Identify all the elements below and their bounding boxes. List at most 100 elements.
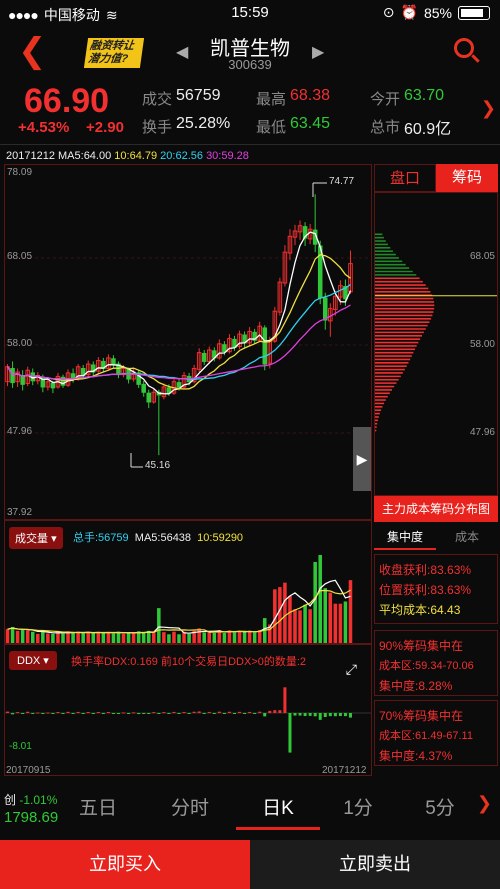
low-value: 63.45 bbox=[290, 115, 331, 132]
volume-bar bbox=[20, 630, 25, 643]
expand-arrow-icon[interactable]: ❯ bbox=[481, 98, 496, 119]
ddx-bar bbox=[26, 711, 30, 713]
volume-panel: 成交量 ▾ 总手:56759 MA5:56438 10:59290 bbox=[4, 520, 372, 644]
ddx-svg bbox=[5, 687, 371, 753]
profit-position: 位置获利:83.63% bbox=[379, 583, 472, 597]
volume-bar bbox=[126, 632, 131, 643]
y-axis-68: 68.05 bbox=[7, 251, 33, 262]
volume-bar bbox=[167, 634, 171, 643]
ddx-bar bbox=[238, 711, 242, 713]
last-price: 66.90 bbox=[24, 82, 110, 120]
volume-bar bbox=[288, 595, 292, 643]
sell-button[interactable]: 立即卖出 bbox=[250, 840, 500, 889]
expand-panel-button[interactable]: ▶ bbox=[353, 427, 371, 491]
ddx-bar bbox=[308, 713, 312, 716]
c90-conc: 集中度:8.28% bbox=[379, 679, 453, 693]
candle-body bbox=[70, 373, 76, 379]
more-periods-icon[interactable]: ❯ bbox=[477, 793, 492, 814]
candle-body bbox=[262, 327, 268, 365]
subtab-concentration[interactable]: 集中度 bbox=[374, 524, 436, 550]
max-price-label: 74.77 bbox=[329, 176, 355, 187]
chip-y-48: 47.96 bbox=[469, 427, 495, 438]
candle-body bbox=[176, 382, 182, 388]
ddx-bar bbox=[36, 712, 40, 714]
index-ticker[interactable]: 创 -1.01% bbox=[4, 791, 57, 808]
ddx-bar bbox=[197, 711, 201, 713]
volume-bar bbox=[162, 632, 166, 643]
volume-bar bbox=[5, 629, 10, 643]
ddx-bar bbox=[76, 711, 80, 713]
ddx-bar bbox=[207, 711, 211, 713]
ddx-bar bbox=[71, 713, 75, 714]
ddx-bar bbox=[303, 713, 307, 717]
volume-bar bbox=[313, 561, 317, 643]
ddx-bar bbox=[268, 710, 272, 713]
volume-bar bbox=[111, 633, 116, 643]
y-axis-bottom: 37.92 bbox=[7, 507, 33, 518]
ddx-bar bbox=[56, 712, 60, 714]
ma20-line bbox=[6, 284, 351, 381]
volume-bar bbox=[283, 582, 287, 643]
ddx-bar bbox=[51, 713, 55, 714]
ddx-bar bbox=[46, 712, 50, 714]
ddx-bar bbox=[343, 713, 347, 717]
candle-body bbox=[10, 367, 15, 384]
kline-svg bbox=[5, 182, 371, 468]
legend-ma10: 10:64.79 bbox=[114, 150, 158, 162]
ma-lines-group bbox=[6, 231, 352, 395]
c70-title: 70%筹码集中在 bbox=[379, 709, 464, 723]
indicator-selector-volume[interactable]: 成交量 ▾ bbox=[9, 527, 63, 549]
profit-close: 收盘获利:83.63% bbox=[379, 563, 472, 577]
tab-intraday[interactable]: 分时 bbox=[160, 793, 220, 820]
ddx-selector-label: DDX bbox=[17, 655, 41, 667]
tab-1min[interactable]: 1分 bbox=[328, 793, 388, 820]
volume-bar bbox=[30, 631, 35, 643]
next-stock-icon[interactable]: ▶ bbox=[312, 42, 324, 62]
volume-bar bbox=[247, 630, 252, 643]
ddx-bar bbox=[217, 711, 221, 713]
buy-button[interactable]: 立即买入 bbox=[0, 840, 250, 889]
ddx-bar bbox=[232, 713, 236, 714]
volume-bar bbox=[96, 632, 101, 643]
ddx-bar bbox=[313, 713, 317, 717]
ddx-bar bbox=[101, 713, 105, 714]
legend-ma5: MA5:64.00 bbox=[58, 150, 112, 162]
volume-bar bbox=[46, 633, 50, 643]
x-axis-end: 20171212 bbox=[322, 765, 367, 776]
kline-chart[interactable]: 78.09 68.05 58.00 47.96 37.92 74.77 45.1… bbox=[4, 164, 372, 520]
ddx-bar bbox=[157, 713, 161, 714]
ddx-bar bbox=[222, 713, 226, 714]
tab-5min[interactable]: 5分 bbox=[410, 793, 470, 820]
volume-bar bbox=[86, 632, 90, 643]
volume-bar bbox=[252, 632, 257, 643]
ddx-bar bbox=[298, 713, 302, 716]
search-icon[interactable] bbox=[454, 38, 474, 58]
index-name: 创 bbox=[4, 793, 17, 807]
ddx-bar bbox=[258, 711, 262, 713]
volume-bar bbox=[278, 587, 282, 643]
ddx-bar bbox=[283, 687, 287, 713]
volume-bar bbox=[131, 633, 136, 643]
ddx-bar bbox=[11, 713, 15, 715]
dropdown-icon: ▾ bbox=[51, 533, 57, 545]
volume-value: 56759 bbox=[176, 87, 221, 104]
volume-bar bbox=[152, 632, 156, 643]
index-value: 1798.69 bbox=[4, 809, 59, 826]
ddx-bar bbox=[86, 712, 90, 714]
ma10-line bbox=[6, 254, 351, 390]
tab-pankou[interactable]: 盘口 bbox=[374, 164, 436, 192]
volume-bar bbox=[328, 592, 333, 643]
volume-bar bbox=[121, 633, 126, 643]
indicator-selector-ddx[interactable]: DDX ▾ bbox=[9, 651, 57, 670]
volume-bar bbox=[348, 580, 353, 643]
candle-body bbox=[201, 353, 207, 362]
ma5-line bbox=[6, 231, 352, 395]
subtab-cost[interactable]: 成本 bbox=[436, 524, 498, 550]
tab-five-day[interactable]: 五日 bbox=[68, 793, 128, 820]
volume-bar bbox=[51, 633, 55, 643]
tab-chouma[interactable]: 筹码 bbox=[436, 164, 498, 192]
volume-bar bbox=[232, 632, 237, 643]
ddx-bar bbox=[137, 713, 141, 715]
ddx-bar bbox=[66, 711, 70, 713]
tab-daily-k[interactable]: 日K bbox=[248, 793, 308, 820]
